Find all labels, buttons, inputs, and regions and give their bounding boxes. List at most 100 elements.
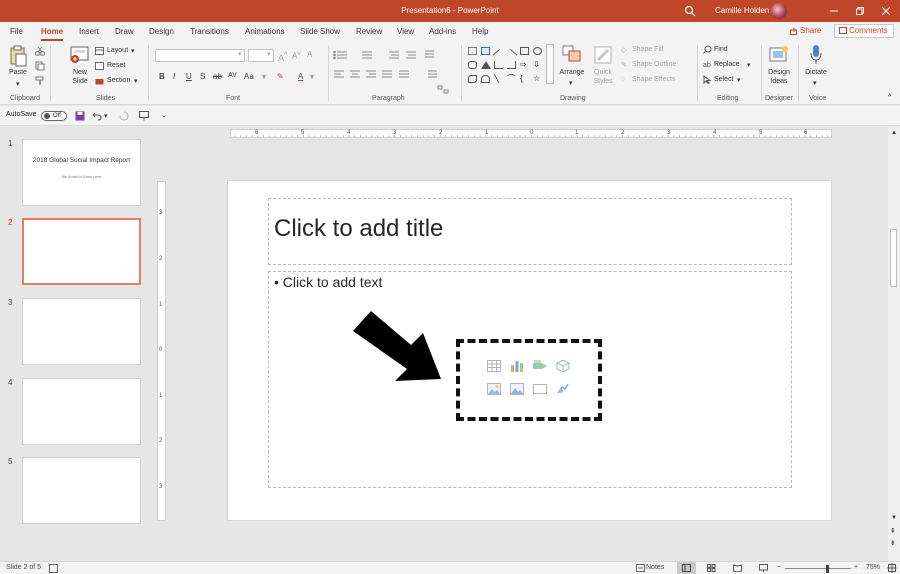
scroll-down-icon[interactable]: ▼ xyxy=(891,515,897,521)
zoom-out-icon[interactable]: − xyxy=(777,564,781,571)
redo-icon[interactable] xyxy=(119,111,129,121)
tab-help[interactable]: Help xyxy=(472,25,488,41)
avatar[interactable] xyxy=(771,3,787,19)
slide-thumbnail-5[interactable] xyxy=(22,457,141,524)
vertical-scrollbar[interactable]: ▲ ▼ ⇞ ⇟ xyxy=(888,127,900,561)
quick-styles-icon[interactable] xyxy=(593,45,613,65)
minimize-icon[interactable] xyxy=(821,0,847,22)
cut-icon[interactable] xyxy=(35,46,45,56)
paste-icon[interactable] xyxy=(9,45,27,67)
tab-add-ins[interactable]: Add-ins xyxy=(429,25,456,41)
alignment-icons[interactable] xyxy=(333,70,458,80)
slide-thumbnail-2[interactable] xyxy=(22,218,141,285)
slide-canvas[interactable]: Click to add title • Click to add text xyxy=(227,180,832,521)
paste-label[interactable]: Paste xyxy=(6,69,30,77)
slide-thumbnail-1[interactable]: 2018 Global Social Impact Report We Scal… xyxy=(22,139,141,206)
zoom-level[interactable]: 75% xyxy=(866,564,880,571)
shapes-gallery[interactable]: ⇨ ⇩ ╲ ⌒ { ☆ xyxy=(466,44,546,86)
collapse-ribbon-icon[interactable]: ^ xyxy=(888,94,891,101)
insert-chart-icon[interactable] xyxy=(510,360,524,372)
insert-icons-icon[interactable] xyxy=(556,383,570,395)
insert-online-picture-icon[interactable] xyxy=(510,383,524,395)
grow-font-icon[interactable]: A^ xyxy=(278,50,288,63)
scrollbar-thumb[interactable] xyxy=(890,229,897,287)
tab-transitions[interactable]: Transitions xyxy=(190,25,229,41)
paragraph-list-icons[interactable] xyxy=(333,50,458,60)
dictate-button[interactable]: Dictate xyxy=(801,69,831,77)
autosave-toggle[interactable]: Off xyxy=(41,111,67,121)
font-color-icon[interactable]: A xyxy=(298,72,303,81)
tab-file[interactable]: File xyxy=(10,25,23,41)
tab-view[interactable]: View xyxy=(397,25,414,41)
undo-icon[interactable] xyxy=(92,111,102,121)
underline-icon[interactable]: U xyxy=(186,72,192,81)
arrange-button[interactable]: Arrange xyxy=(556,69,588,77)
arrange-icon[interactable] xyxy=(562,45,582,63)
slide-thumbnail-4[interactable] xyxy=(22,378,141,445)
vertical-ruler[interactable]: 3 2 1 0 1 2 3 xyxy=(157,181,166,521)
microphone-icon[interactable] xyxy=(809,44,823,66)
scroll-up-icon[interactable]: ▲ xyxy=(891,130,897,136)
char-spacing-icon[interactable]: AV xyxy=(228,72,237,79)
shape-effects-button[interactable]: Shape Effects xyxy=(632,76,675,83)
font-name-input[interactable] xyxy=(155,49,245,62)
find-button[interactable]: Find xyxy=(714,46,728,53)
section-button[interactable]: Section xyxy=(107,77,130,84)
next-slide-icon[interactable]: ⇟ xyxy=(890,539,896,547)
tab-draw[interactable]: Draw xyxy=(115,25,134,41)
shapes-gallery-scroll[interactable] xyxy=(546,44,554,84)
smartart-icon[interactable] xyxy=(437,85,449,95)
tab-insert[interactable]: Insert xyxy=(79,25,99,41)
slide-thumbnail-3[interactable] xyxy=(22,298,141,365)
format-painter-icon[interactable] xyxy=(35,76,45,86)
slide-sorter-icon[interactable] xyxy=(707,564,716,572)
tab-review[interactable]: Review xyxy=(356,25,382,41)
new-slide-label[interactable]: New xyxy=(66,69,94,77)
insert-3d-model-icon[interactable] xyxy=(556,360,570,372)
tab-home[interactable]: Home xyxy=(41,25,64,41)
close-icon[interactable] xyxy=(873,0,899,22)
insert-smartart-icon[interactable] xyxy=(533,360,547,372)
insert-picture-icon[interactable] xyxy=(487,383,501,395)
clear-formatting-icon[interactable]: A xyxy=(307,50,312,59)
save-icon[interactable] xyxy=(75,111,85,121)
restore-icon[interactable] xyxy=(847,0,873,22)
title-placeholder[interactable]: Click to add title xyxy=(268,198,792,265)
strikethrough-icon[interactable]: ab xyxy=(213,72,222,81)
previous-slide-icon[interactable]: ⇞ xyxy=(890,527,896,535)
replace-button[interactable]: Replace xyxy=(714,61,740,68)
zoom-in-icon[interactable]: + xyxy=(854,564,858,571)
insert-video-icon[interactable] xyxy=(533,383,547,395)
select-button[interactable]: Select xyxy=(714,76,733,83)
reading-view-icon[interactable] xyxy=(733,564,742,572)
change-case-icon[interactable]: Aa xyxy=(244,72,254,81)
shape-fill-button[interactable]: Shape Fill xyxy=(632,46,663,53)
quick-styles-label[interactable]: Quick xyxy=(589,69,617,77)
tab-animations[interactable]: Animations xyxy=(245,25,285,41)
tab-slide-show[interactable]: Slide Show xyxy=(300,25,340,41)
zoom-slider-handle[interactable] xyxy=(826,565,829,573)
customize-qat-icon[interactable]: ⌄ xyxy=(161,111,167,119)
shrink-font-icon[interactable]: Av xyxy=(292,50,301,61)
horizontal-ruler[interactable]: 6 5 4 3 2 1 0 1 2 3 4 5 6 xyxy=(230,129,832,138)
spell-check-icon[interactable] xyxy=(49,564,58,573)
zoom-slider[interactable] xyxy=(785,568,851,569)
search-icon[interactable] xyxy=(684,5,696,17)
new-slide-label-2[interactable]: Slide xyxy=(66,78,94,86)
share-button[interactable]: Share xyxy=(787,24,829,38)
highlight-icon[interactable]: ✎ xyxy=(277,72,284,81)
fit-slide-icon[interactable] xyxy=(887,563,897,573)
italic-icon[interactable]: I xyxy=(173,72,175,81)
design-ideas-icon[interactable] xyxy=(769,45,789,65)
slideshow-view-icon[interactable] xyxy=(759,564,768,572)
design-ideas-label-2[interactable]: Ideas xyxy=(764,78,794,86)
reset-button[interactable]: Reset xyxy=(107,62,125,69)
comments-button[interactable]: Comments xyxy=(834,24,894,38)
user-name[interactable]: Camille Holden xyxy=(715,0,769,22)
shape-outline-button[interactable]: Shape Outline xyxy=(632,61,676,68)
design-ideas-label[interactable]: Design xyxy=(764,69,794,77)
notes-button[interactable]: Notes xyxy=(646,564,664,571)
start-slideshow-icon[interactable] xyxy=(139,111,149,121)
shadow-icon[interactable]: S xyxy=(200,72,205,81)
layout-button[interactable]: Layout xyxy=(107,47,128,54)
